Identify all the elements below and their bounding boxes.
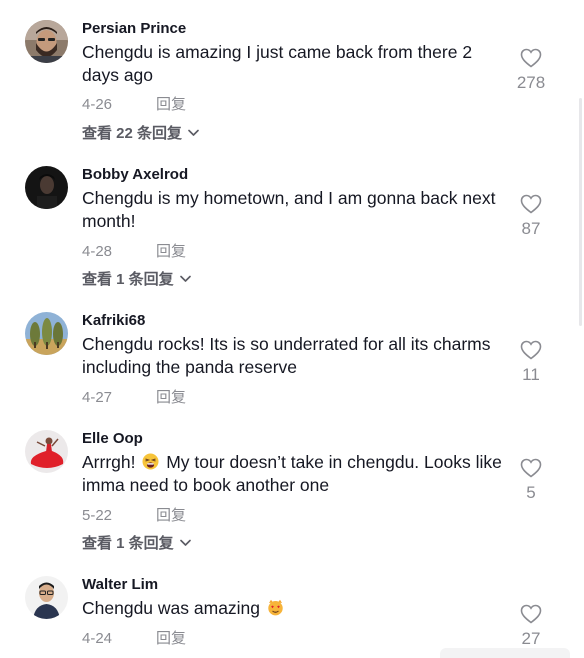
heart-icon	[520, 194, 542, 214]
reply-button[interactable]: 回复	[156, 389, 186, 406]
comment-date: 4-28	[82, 243, 113, 260]
comment-text: Chengdu was amazing	[82, 597, 502, 620]
comment-date: 4-24	[82, 630, 113, 647]
comment-meta: 4-28 回复	[82, 243, 186, 261]
scrollbar[interactable]	[579, 98, 582, 326]
chevron-down-icon	[179, 539, 191, 546]
comment-text: Arrrgh! My tour doesn’t take in chengdu.…	[82, 451, 502, 497]
view-replies-button[interactable]: 查看 22 条回复	[82, 125, 199, 143]
username[interactable]: Elle Oop	[82, 430, 143, 448]
avatar[interactable]	[25, 576, 68, 619]
like-count: 87	[521, 219, 541, 238]
chevron-down-icon	[179, 275, 191, 282]
like-button[interactable]: 278	[508, 48, 554, 93]
like-count: 5	[526, 483, 536, 502]
view-replies-label: 查看 1 条回复	[82, 271, 174, 288]
comment-meta: 4-27 回复	[82, 389, 186, 407]
like-button[interactable]: 27	[508, 604, 554, 649]
comment-text: Chengdu is my hometown, and I am gonna b…	[82, 188, 496, 231]
like-count: 278	[516, 73, 546, 92]
username[interactable]: Bobby Axelrod	[82, 166, 188, 184]
avatar[interactable]	[25, 312, 68, 355]
comment-text-part: Arrrgh!	[82, 452, 136, 472]
view-replies-label: 查看 1 条回复	[82, 535, 174, 552]
avatar[interactable]	[25, 20, 68, 63]
tired-face-emoji-icon	[142, 453, 159, 470]
comment-input-edge	[440, 648, 570, 658]
heart-icon	[520, 604, 542, 624]
dark-portrait-avatar-image	[25, 166, 68, 209]
heart-icon	[520, 458, 542, 478]
landscape-trees-avatar-image	[25, 312, 68, 355]
red-dress-dancer-avatar-image	[25, 430, 68, 473]
man-with-glasses-avatar-image	[25, 576, 68, 619]
comment-meta: 5-22 回复	[82, 507, 186, 525]
heart-icon	[520, 48, 542, 68]
comment-meta: 4-26 回复	[82, 96, 186, 114]
view-replies-button[interactable]: 查看 1 条回复	[82, 271, 191, 289]
view-replies-label: 查看 22 条回复	[82, 125, 183, 142]
comment-text: Chengdu rocks! Its is so underrated for …	[82, 334, 491, 377]
chevron-down-icon	[188, 129, 199, 136]
like-button[interactable]: 87	[508, 194, 554, 239]
bearded-man-avatar-image	[25, 20, 68, 63]
avatar[interactable]	[25, 430, 68, 473]
heart-icon	[520, 340, 542, 360]
like-count: 11	[522, 365, 540, 384]
reply-button[interactable]: 回复	[156, 96, 186, 113]
comment-date: 4-26	[82, 96, 113, 113]
reply-button[interactable]: 回复	[156, 507, 186, 524]
comment-text: Chengdu is amazing I just came back from…	[82, 42, 473, 85]
avatar[interactable]	[25, 166, 68, 209]
view-replies-button[interactable]: 查看 1 条回复	[82, 535, 191, 553]
username[interactable]: Kafriki68	[82, 312, 145, 330]
username[interactable]: Walter Lim	[82, 576, 158, 594]
like-count: 27	[521, 629, 541, 648]
reply-button[interactable]: 回复	[156, 630, 186, 647]
comment-date: 4-27	[82, 389, 113, 406]
heart-eyes-cat-emoji-icon	[268, 599, 283, 616]
comment-date: 5-22	[82, 507, 113, 524]
like-button[interactable]: 5	[508, 458, 554, 503]
reply-button[interactable]: 回复	[156, 243, 186, 260]
comment-text-part: Chengdu was amazing	[82, 598, 261, 618]
username[interactable]: Persian Prince	[82, 20, 186, 38]
like-button[interactable]: 11	[508, 340, 554, 385]
comment-meta: 4-24 回复	[82, 630, 186, 648]
